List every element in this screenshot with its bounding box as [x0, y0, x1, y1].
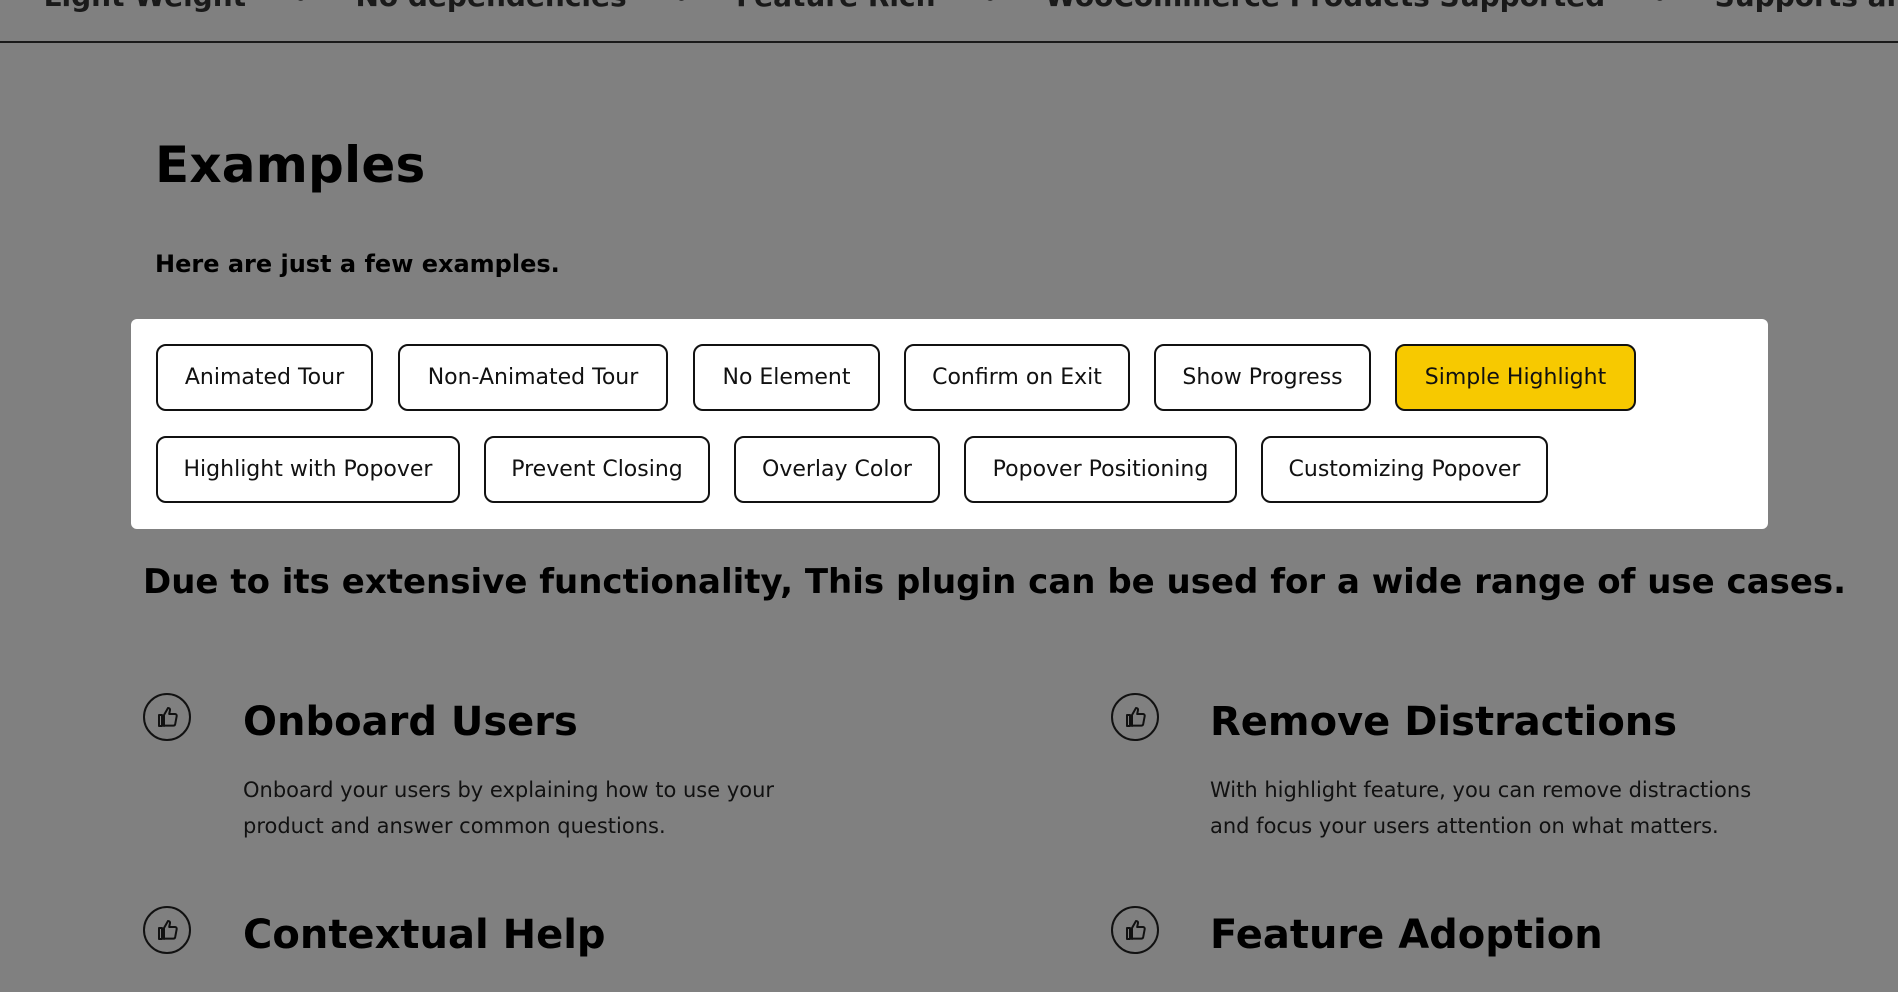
ticker-separator-icon: • [981, 0, 999, 13]
simple-highlight-button[interactable]: Simple Highlight [1395, 344, 1636, 411]
ticker-item-browser-support: Supports all major Browsers [1715, 0, 1898, 13]
ticker-item-feature-rich: Feature Rich [736, 0, 935, 13]
remove-distractions-description: With highlight feature, you can remove d… [1210, 778, 1752, 838]
examples-title: Examples [155, 136, 426, 194]
thumbs-up-icon [1111, 906, 1159, 954]
ticker-separator-icon: • [672, 0, 690, 13]
onboard-users-title: Onboard Users [243, 699, 578, 745]
non-animated-tour-button[interactable]: Non-Animated Tour [398, 344, 668, 411]
ticker-item-woocommerce-supported: WooCommerce Products Supported [1045, 0, 1605, 13]
animated-tour-button[interactable]: Animated Tour [156, 344, 373, 411]
ticker-item-no-dependencies: No dependencies [355, 0, 626, 13]
prevent-closing-button[interactable]: Prevent Closing [484, 436, 710, 503]
ticker-separator-icon: • [292, 0, 310, 13]
ticker-track: • Light Weight • No dependencies • Featu… [0, 0, 1898, 13]
thumbs-up-icon [143, 693, 191, 741]
highlight-with-popover-button[interactable]: Highlight with Popover [156, 436, 460, 503]
use-cases-heading: Due to its extensive functionality, This… [143, 562, 1847, 602]
thumbs-up-icon [143, 906, 191, 954]
onboard-users-description: Onboard your users by explaining how to … [243, 778, 775, 838]
thumbs-up-icon [1111, 693, 1159, 741]
contextual-help-title: Contextual Help [243, 912, 606, 958]
no-element-button[interactable]: No Element [693, 344, 880, 411]
feature-ticker: • Light Weight • No dependencies • Featu… [0, 0, 1898, 43]
remove-distractions-title: Remove Distractions [1210, 699, 1678, 745]
confirm-on-exit-button[interactable]: Confirm on Exit [904, 344, 1130, 411]
ticker-separator-icon: • [1651, 0, 1669, 13]
feature-adoption-title: Feature Adoption [1210, 912, 1603, 958]
show-progress-button[interactable]: Show Progress [1154, 344, 1371, 411]
examples-subtitle: Here are just a few examples. [155, 250, 560, 278]
examples-panel: Animated Tour Non-Animated Tour No Eleme… [131, 319, 1768, 529]
customizing-popover-button[interactable]: Customizing Popover [1261, 436, 1548, 503]
ticker-item-light-weight: Light Weight [44, 0, 246, 13]
popover-positioning-button[interactable]: Popover Positioning [964, 436, 1237, 503]
overlay-color-button[interactable]: Overlay Color [734, 436, 940, 503]
